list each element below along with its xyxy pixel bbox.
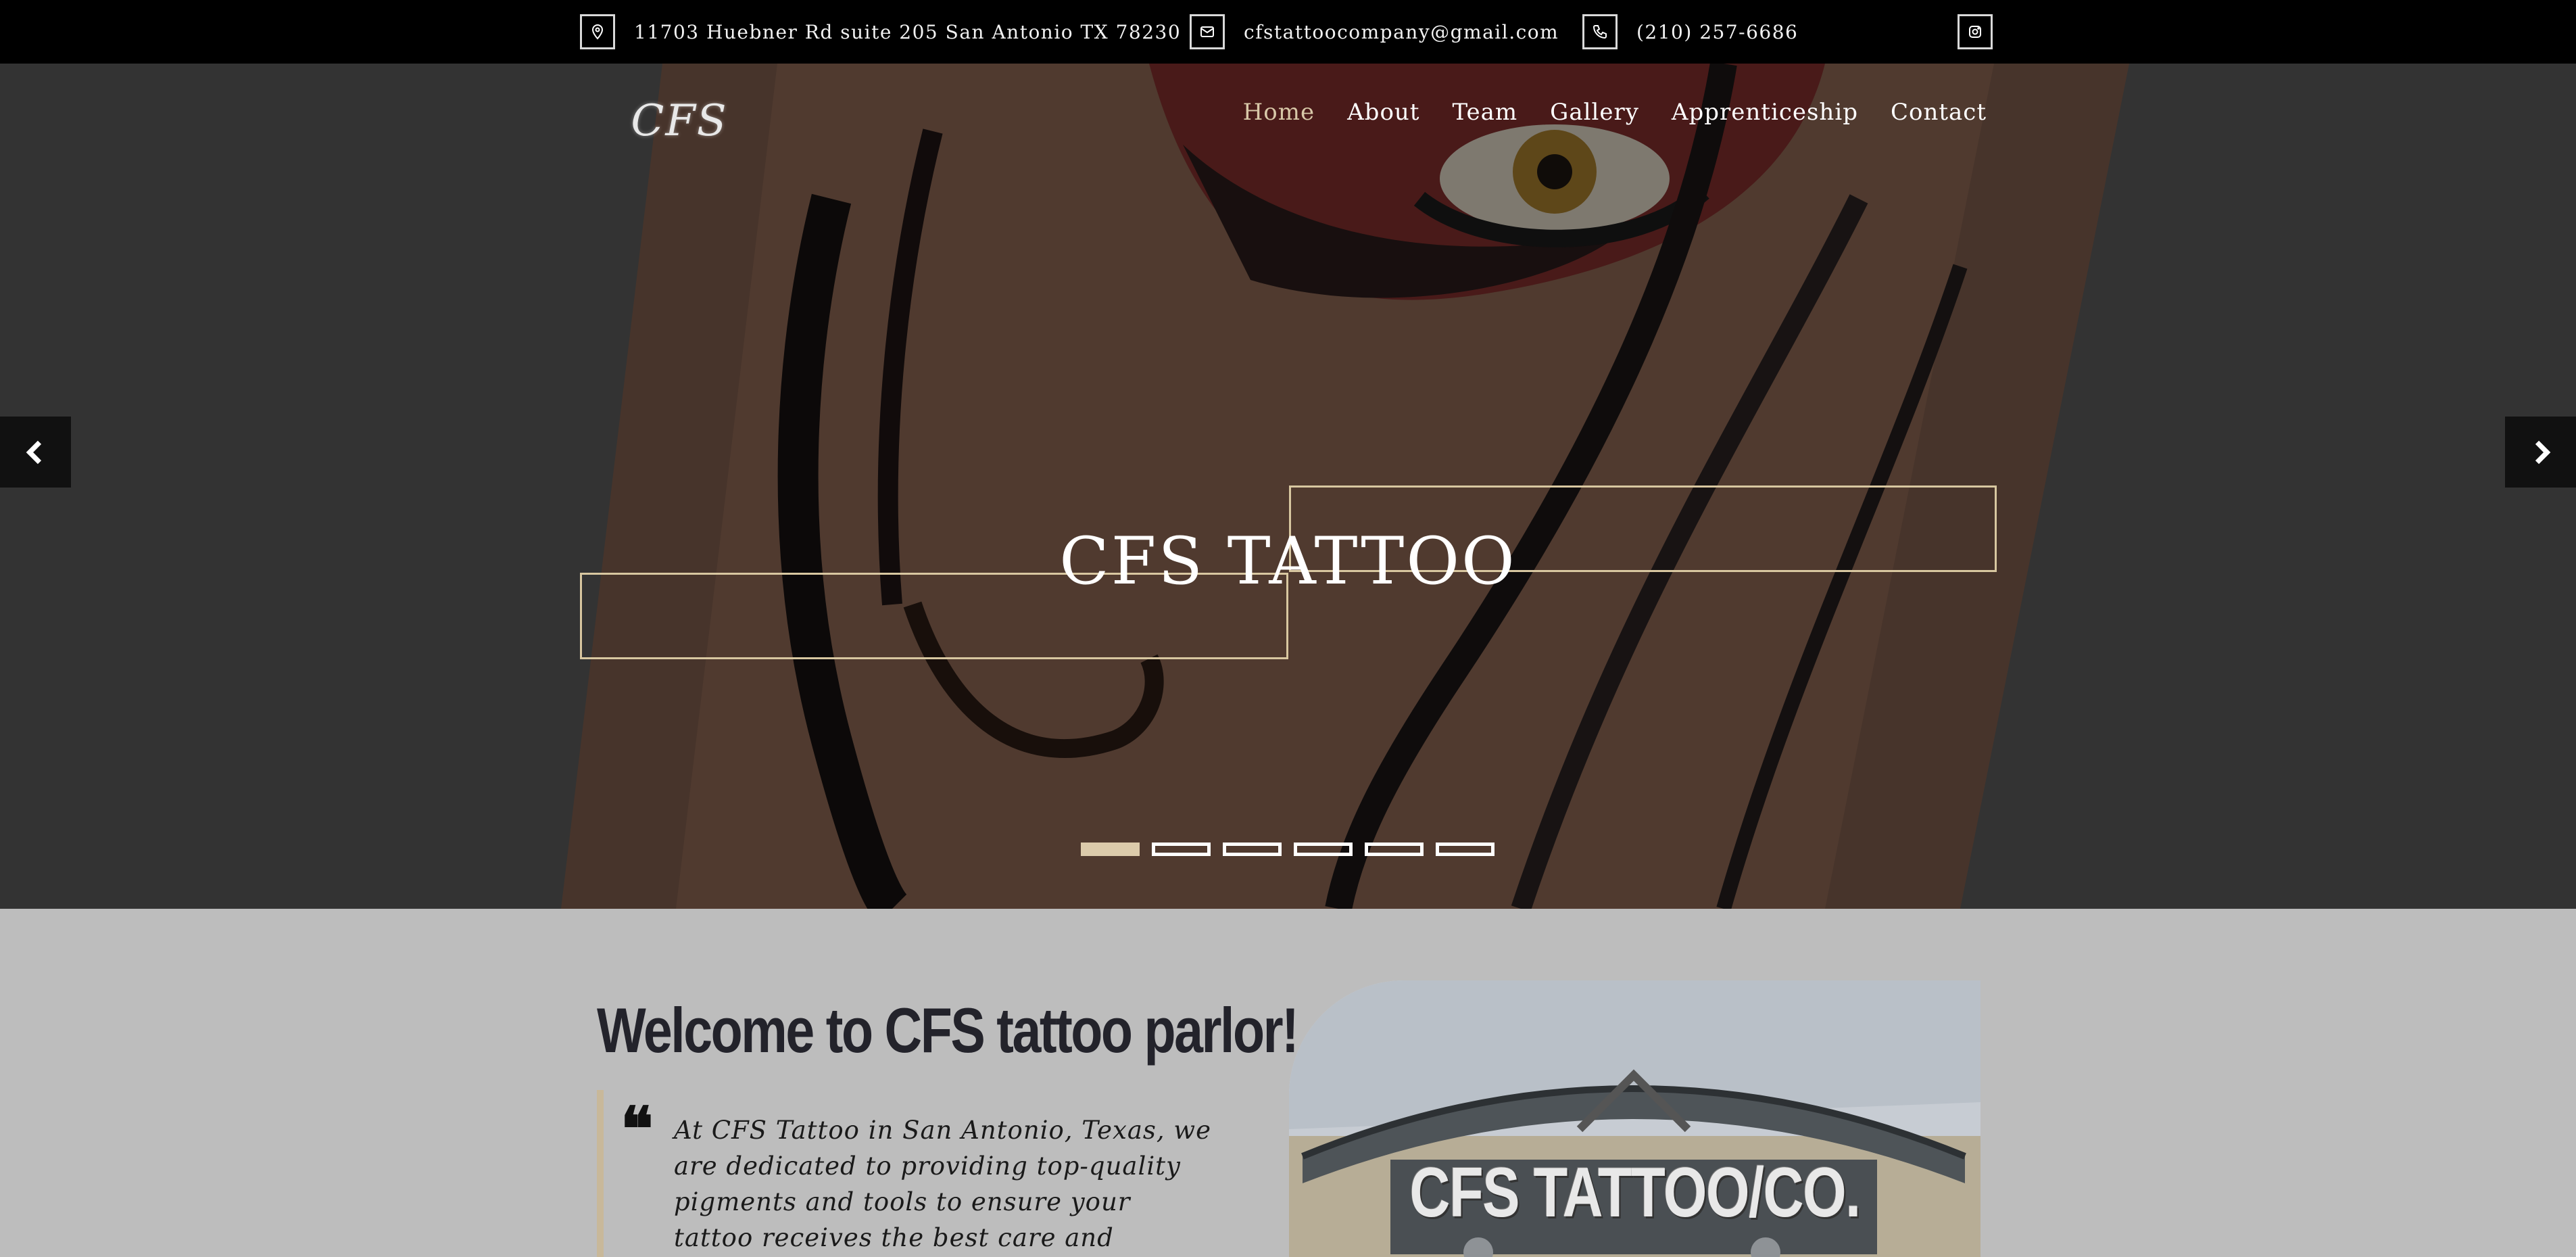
slide-indicator-2[interactable] bbox=[1152, 843, 1211, 856]
slide-indicator-6[interactable] bbox=[1436, 843, 1494, 856]
slide-indicator-4[interactable] bbox=[1294, 843, 1353, 856]
chevron-left-icon bbox=[26, 440, 41, 464]
nav-apprenticeship[interactable]: Apprenticeship bbox=[1672, 99, 1858, 126]
slide-indicator-3[interactable] bbox=[1223, 843, 1282, 856]
welcome-heading: Welcome to CFS tattoo parlor! bbox=[597, 995, 1299, 1066]
quote-mark-icon: ❝ bbox=[621, 1093, 654, 1165]
main-nav: Home About Team Gallery Apprenticeship C… bbox=[1243, 99, 1987, 126]
site-logo[interactable]: CFS bbox=[629, 84, 730, 158]
nav-team[interactable]: Team bbox=[1452, 99, 1517, 126]
chevron-right-icon bbox=[2535, 440, 2550, 464]
address-text: 11703 Huebner Rd suite 205 San Antonio T… bbox=[634, 20, 1182, 43]
email-item[interactable]: cfstattoocompany@gmail.com bbox=[1190, 14, 1559, 49]
mail-icon bbox=[1190, 14, 1225, 49]
slider-indicators bbox=[1081, 843, 1494, 856]
instagram-item[interactable] bbox=[1958, 14, 1993, 49]
storefront-photo: CFS TATTOO/CO. bbox=[1289, 980, 1980, 1257]
instagram-icon[interactable] bbox=[1958, 14, 1993, 49]
phone-link[interactable]: (210) 257-6686 bbox=[1636, 21, 1798, 43]
nav-home[interactable]: Home bbox=[1243, 99, 1315, 126]
slider-next-button[interactable] bbox=[2505, 417, 2576, 488]
phone-item[interactable]: (210) 257-6686 bbox=[1582, 14, 1798, 49]
welcome-quote: At CFS Tattoo in San Antonio, Texas, we … bbox=[674, 1116, 1211, 1252]
hero-title: CFS TATTOO bbox=[1059, 523, 1517, 599]
slider-prev-button[interactable] bbox=[0, 417, 71, 488]
top-contact-bar: 11703 Huebner Rd suite 205 San Antonio T… bbox=[0, 0, 2576, 64]
phone-icon bbox=[1582, 14, 1618, 49]
nav-gallery[interactable]: Gallery bbox=[1550, 99, 1639, 126]
nav-about[interactable]: About bbox=[1347, 99, 1419, 126]
address-item[interactable]: 11703 Huebner Rd suite 205 San Antonio T… bbox=[580, 14, 1181, 49]
email-link[interactable]: cfstattoocompany@gmail.com bbox=[1244, 21, 1559, 43]
hero-background-image bbox=[0, 64, 2576, 909]
storefront-sign-text: CFS TATTOO/CO. bbox=[1409, 1154, 1861, 1232]
slide-indicator-5[interactable] bbox=[1365, 843, 1424, 856]
slide-indicator-1[interactable] bbox=[1081, 843, 1140, 856]
hero-slider: CFS Home About Team Gallery Apprenticesh… bbox=[0, 64, 2576, 909]
map-pin-icon bbox=[580, 14, 615, 49]
quote-accent-bar bbox=[597, 1090, 604, 1257]
nav-contact[interactable]: Contact bbox=[1891, 99, 1987, 126]
